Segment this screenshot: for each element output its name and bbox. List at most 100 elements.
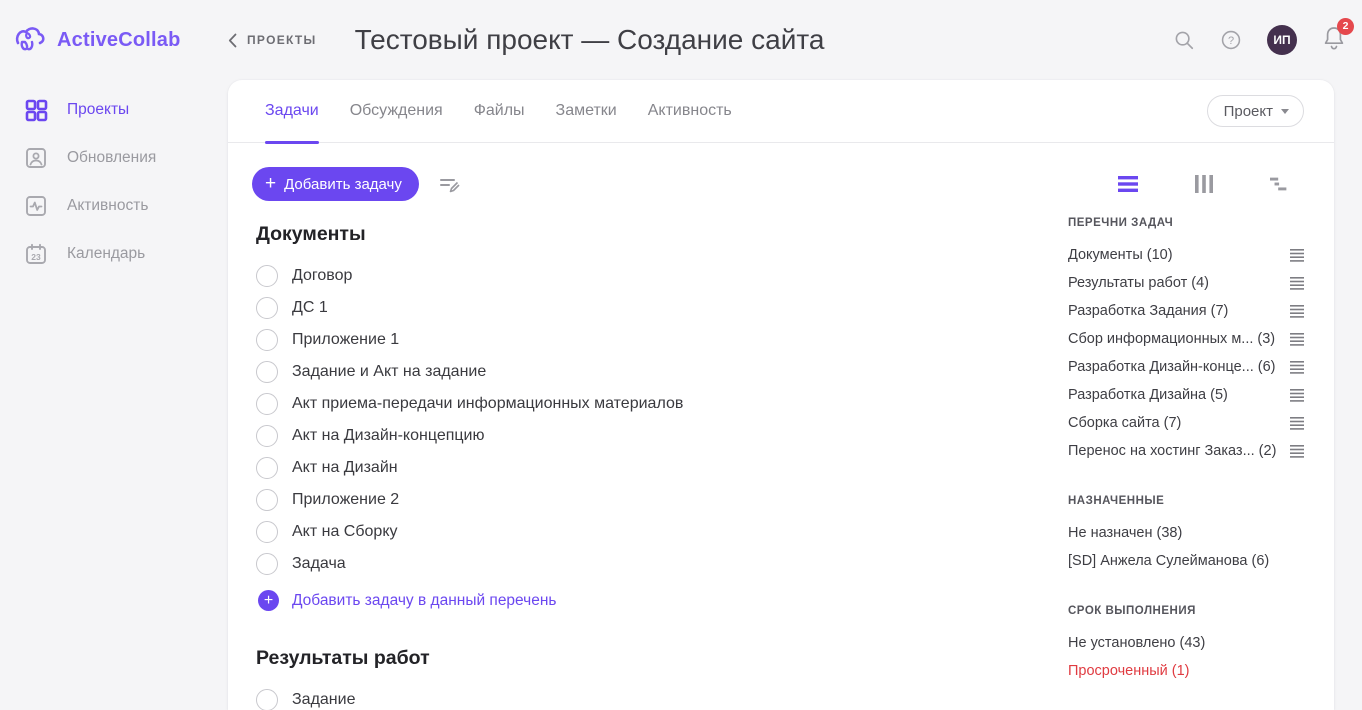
help-icon[interactable]: ? — [1220, 29, 1242, 51]
drag-handle-icon[interactable] — [1290, 249, 1304, 262]
tab-activity[interactable]: Активность — [648, 80, 732, 143]
project-card: Задачи Обсуждения Файлы Заметки Активнос… — [228, 80, 1334, 710]
drag-handle-icon[interactable] — [1290, 333, 1304, 346]
add-task-to-list-label: Добавить задачу в данный перечень — [292, 592, 557, 610]
breadcrumb-label[interactable]: ПРОЕКТЫ — [247, 33, 317, 47]
task-list-title: Результаты работ — [256, 647, 1068, 670]
search-icon[interactable] — [1173, 29, 1195, 51]
app-logo[interactable]: ActiveCollab — [0, 25, 228, 55]
column-view-icon[interactable] — [1194, 175, 1214, 193]
view-switcher — [1118, 175, 1290, 193]
task-checkbox[interactable] — [256, 329, 278, 351]
sidebar-item-calendar[interactable]: 23 Календарь — [0, 230, 228, 278]
panel-item-label: Разработка Дизайн-конце... (6) — [1068, 359, 1276, 375]
panel-item-list[interactable]: Разработка Задания (7) — [1068, 297, 1304, 325]
sidebar-item-projects[interactable]: Проекты — [0, 86, 228, 134]
task-label[interactable]: Акт на Сборку — [292, 523, 398, 541]
notifications-button[interactable]: 2 — [1322, 25, 1346, 56]
panel-item-due[interactable]: Не установлено (43) — [1068, 629, 1304, 657]
task-checkbox[interactable] — [256, 489, 278, 511]
panel-section-task-lists: ПЕРЕЧНИ ЗАДАЧ Документы (10) Результаты … — [1068, 217, 1304, 465]
panel-item-list[interactable]: Результаты работ (4) — [1068, 269, 1304, 297]
sidebar-item-label: Проекты — [67, 101, 129, 119]
task-checkbox[interactable] — [256, 457, 278, 479]
top-header: ActiveCollab ПРОЕКТЫ Тестовый проект — С… — [0, 0, 1362, 80]
panel-item-label: [SD] Анжела Сулейманова (6) — [1068, 553, 1269, 569]
task-label[interactable]: Задание и Акт на задание — [292, 363, 486, 381]
panel-item-list[interactable]: Перенос на хостинг Заказ... (2) — [1068, 437, 1304, 465]
drag-handle-icon[interactable] — [1290, 417, 1304, 430]
drag-handle-icon[interactable] — [1290, 445, 1304, 458]
task-row[interactable]: Акт приема-передачи информационных матер… — [256, 388, 1068, 420]
edit-list-icon[interactable] — [437, 172, 461, 196]
sidebar-item-activity[interactable]: Активность — [0, 182, 228, 230]
tasks-content: Документы Договор ДС 1 Приложение 1 Зада… — [228, 215, 1334, 710]
task-row[interactable]: Акт на Дизайн-концепцию — [256, 420, 1068, 452]
task-row[interactable]: Приложение 1 — [256, 324, 1068, 356]
task-label[interactable]: Приложение 1 — [292, 331, 399, 349]
task-list-title: Документы — [256, 223, 1068, 246]
sidebar-item-label: Активность — [67, 197, 148, 215]
task-checkbox[interactable] — [256, 297, 278, 319]
tab-tasks[interactable]: Задачи — [265, 80, 319, 143]
task-row[interactable]: Приложение 2 — [256, 484, 1068, 516]
task-row[interactable]: ДС 1 — [256, 292, 1068, 324]
task-checkbox[interactable] — [256, 553, 278, 575]
task-row[interactable]: Задание и Акт на задание — [256, 356, 1068, 388]
task-list-results: Результаты работ Задание — [256, 647, 1068, 710]
task-list-documents: Документы Договор ДС 1 Приложение 1 Зада… — [256, 223, 1068, 611]
panel-item-assignee[interactable]: Не назначен (38) — [1068, 519, 1304, 547]
task-row[interactable]: Акт на Сборку — [256, 516, 1068, 548]
panel-item-due-overdue[interactable]: Просроченный (1) — [1068, 657, 1304, 685]
panel-item-list[interactable]: Документы (10) — [1068, 241, 1304, 269]
tab-files[interactable]: Файлы — [474, 80, 525, 143]
task-label[interactable]: Задание — [292, 691, 355, 709]
timeline-view-icon[interactable] — [1270, 175, 1290, 193]
task-checkbox[interactable] — [256, 689, 278, 710]
drag-handle-icon[interactable] — [1290, 305, 1304, 318]
tab-discussions[interactable]: Обсуждения — [350, 80, 443, 143]
task-checkbox[interactable] — [256, 265, 278, 287]
add-task-button[interactable]: + Добавить задачу — [252, 167, 419, 201]
task-row[interactable]: Задача — [256, 548, 1068, 580]
task-label[interactable]: Акт на Дизайн-концепцию — [292, 427, 484, 445]
panel-section-due-dates: СРОК ВЫПОЛНЕНИЯ Не установлено (43) Прос… — [1068, 605, 1304, 685]
task-label[interactable]: Акт на Дизайн — [292, 459, 398, 477]
panel-item-assignee[interactable]: [SD] Анжела Сулейманова (6) — [1068, 547, 1304, 575]
project-dropdown-button[interactable]: Проект — [1207, 95, 1304, 127]
panel-item-list[interactable]: Разработка Дизайн-конце... (6) — [1068, 353, 1304, 381]
task-checkbox[interactable] — [256, 521, 278, 543]
task-label[interactable]: Договор — [292, 267, 352, 285]
task-label[interactable]: Приложение 2 — [292, 491, 399, 509]
task-row[interactable]: Акт на Дизайн — [256, 452, 1068, 484]
add-task-to-list-link[interactable]: + Добавить задачу в данный перечень — [258, 590, 1068, 611]
activity-pulse-icon — [24, 194, 48, 218]
task-label[interactable]: Задача — [292, 555, 346, 573]
panel-item-list[interactable]: Сборка сайта (7) — [1068, 409, 1304, 437]
panel-item-label: Перенос на хостинг Заказ... (2) — [1068, 443, 1276, 459]
panel-item-list[interactable]: Разработка Дизайна (5) — [1068, 381, 1304, 409]
panel-item-list[interactable]: Сбор информационных м... (3) — [1068, 325, 1304, 353]
avatar[interactable]: ИП — [1267, 25, 1297, 55]
drag-handle-icon[interactable] — [1290, 389, 1304, 402]
sidebar-item-label: Обновления — [67, 149, 156, 167]
task-label[interactable]: ДС 1 — [292, 299, 328, 317]
plus-circle-icon: + — [258, 590, 279, 611]
calendar-icon: 23 — [24, 242, 48, 266]
notification-badge: 2 — [1337, 18, 1354, 35]
task-row[interactable]: Договор — [256, 260, 1068, 292]
panel-item-label: Сбор информационных м... (3) — [1068, 331, 1275, 347]
task-checkbox[interactable] — [256, 393, 278, 415]
drag-handle-icon[interactable] — [1290, 277, 1304, 290]
sidebar-item-updates[interactable]: Обновления — [0, 134, 228, 182]
tab-notes[interactable]: Заметки — [556, 80, 617, 143]
panel-item-label: Сборка сайта (7) — [1068, 415, 1181, 431]
project-tabs: Задачи Обсуждения Файлы Заметки Активнос… — [228, 80, 1334, 143]
breadcrumb[interactable]: ПРОЕКТЫ — [228, 33, 317, 48]
task-label[interactable]: Акт приема-передачи информационных матер… — [292, 395, 683, 413]
task-checkbox[interactable] — [256, 425, 278, 447]
list-view-icon[interactable] — [1118, 175, 1138, 193]
task-row[interactable]: Задание — [256, 684, 1068, 710]
drag-handle-icon[interactable] — [1290, 361, 1304, 374]
task-checkbox[interactable] — [256, 361, 278, 383]
